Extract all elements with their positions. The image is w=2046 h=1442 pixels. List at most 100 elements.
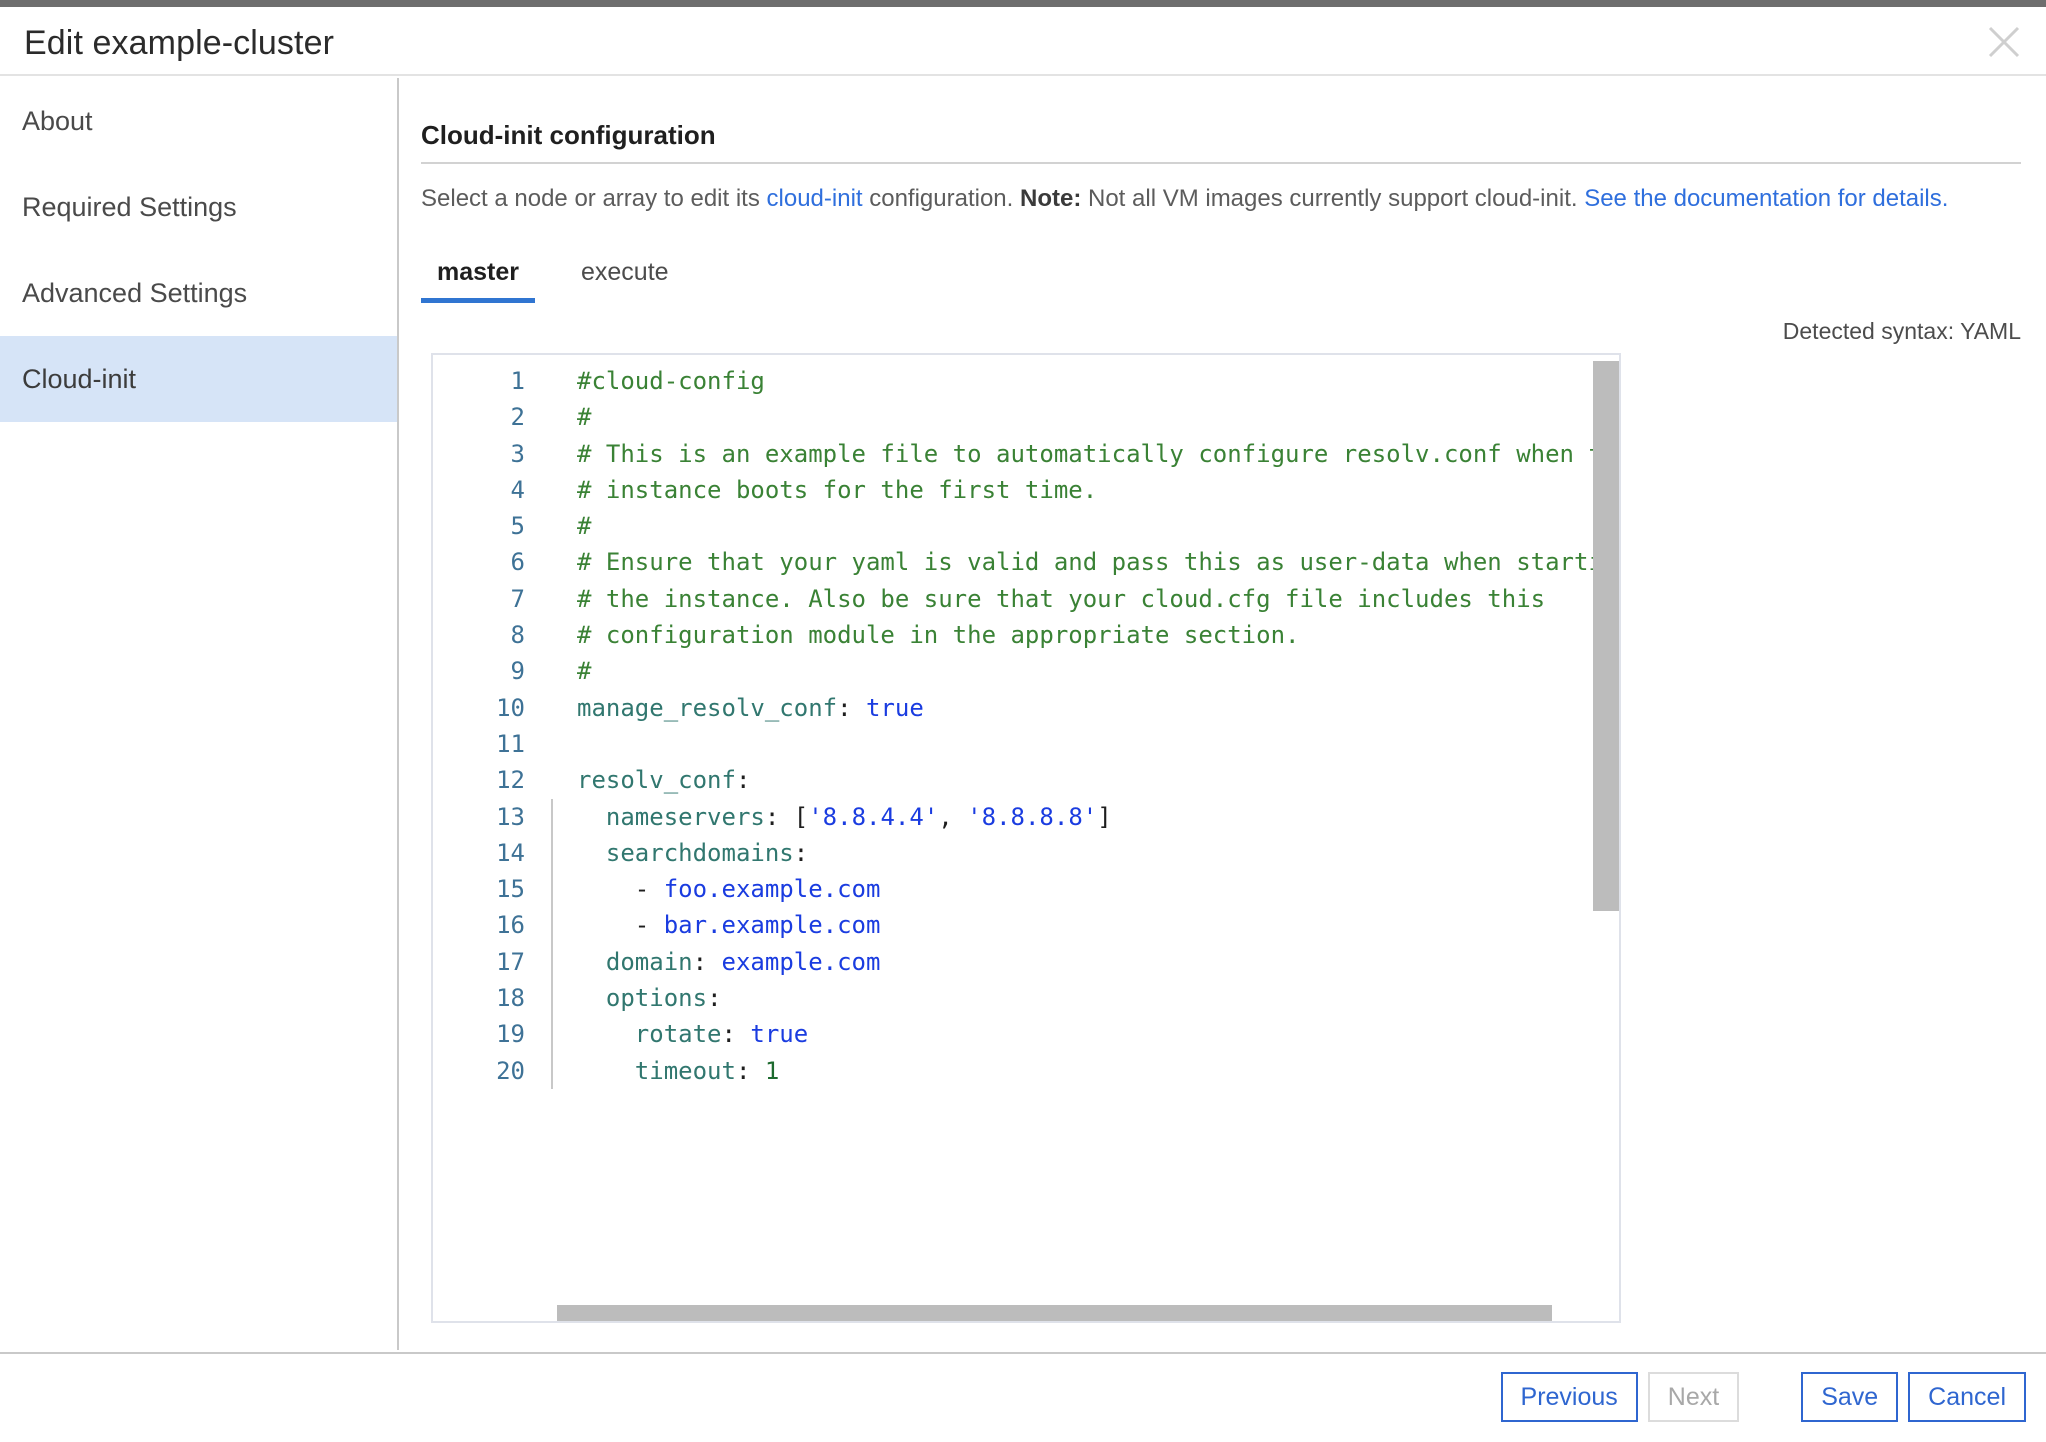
code-token-plainspace xyxy=(577,803,606,831)
main-content: Cloud-init configuration Select a node o… xyxy=(401,78,2046,1350)
code-line[interactable]: 2 # xyxy=(433,399,1619,435)
code-line[interactable]: 9 # xyxy=(433,653,1619,689)
save-button[interactable]: Save xyxy=(1801,1372,1899,1422)
code-line-text[interactable]: options: xyxy=(525,980,1619,1016)
code-line[interactable]: 4 # instance boots for the first time. xyxy=(433,472,1619,508)
previous-button[interactable]: Previous xyxy=(1500,1372,1638,1422)
code-line[interactable]: 1 #cloud-config xyxy=(433,363,1619,399)
code-line[interactable]: 13 nameservers: ['8.8.4.4', '8.8.8.8'] xyxy=(433,799,1619,835)
code-line[interactable]: 16 - bar.example.com xyxy=(433,907,1619,943)
code-line[interactable]: 3 # This is an example file to automatica… xyxy=(433,436,1621,472)
code-line-text[interactable]: resolv_conf: xyxy=(525,762,1619,798)
sidebar-item-required-settings[interactable]: Required Settings xyxy=(0,164,397,250)
line-number: 5 xyxy=(510,512,525,541)
code-line[interactable]: 11 xyxy=(433,726,1619,762)
section-title: Cloud-init configuration xyxy=(421,120,716,150)
code-token-dash: - xyxy=(634,911,664,940)
editor-vertical-scrollbar-thumb[interactable] xyxy=(1593,361,1619,911)
line-number: 16 xyxy=(496,911,525,940)
code-line[interactable]: 18 options: xyxy=(433,980,1619,1016)
editor-horizontal-scrollbar[interactable] xyxy=(433,1299,1619,1321)
code-line-text[interactable]: # xyxy=(525,508,1619,544)
code-token-comment: # Ensure that your yaml is valid and pas… xyxy=(577,548,1621,577)
code-token-punc: [ xyxy=(793,802,809,831)
code-line[interactable]: 20 timeout: 1 xyxy=(433,1053,1619,1089)
code-line-text[interactable]: # xyxy=(525,399,1619,435)
code-line-text[interactable]: nameservers: ['8.8.4.4', '8.8.8.8'] xyxy=(525,799,1619,835)
sidebar-item-label: About xyxy=(22,105,93,136)
code-token-key: resolv_conf xyxy=(577,766,736,795)
code-token-punc: : xyxy=(837,693,852,722)
code-line[interactable]: 15 - foo.example.com xyxy=(433,871,1619,907)
button-label: Previous xyxy=(1520,1382,1618,1411)
close-button[interactable] xyxy=(1974,15,2034,69)
line-number: 4 xyxy=(510,475,525,504)
line-number: 8 xyxy=(510,621,525,650)
code-line-text[interactable]: - bar.example.com xyxy=(525,907,1619,943)
code-token-comment: # configuration module in the appropriat… xyxy=(577,621,1300,650)
code-line-text[interactable]: - foo.example.com xyxy=(525,871,1619,907)
code-token-comment: # This is an example file to automatical… xyxy=(577,439,1621,468)
next-button: Next xyxy=(1647,1372,1740,1422)
code-line[interactable]: 7 # the instance. Also be sure that your … xyxy=(433,581,1619,617)
code-token-comment: # xyxy=(577,657,592,686)
top-accent-strip xyxy=(0,0,2046,7)
code-line-text[interactable]: searchdomains: xyxy=(525,835,1619,871)
sidebar-item-label: Advanced Settings xyxy=(22,277,248,308)
cloud-init-link[interactable]: cloud-init xyxy=(767,185,863,212)
code-token-punc: ] xyxy=(1097,802,1112,831)
code-token-key: timeout xyxy=(634,1056,736,1085)
dialog-footer: Previous Next Save Cancel xyxy=(0,1352,2046,1442)
code-line[interactable]: 10 manage_resolv_conf: true xyxy=(433,690,1619,726)
documentation-link[interactable]: See the documentation for details. xyxy=(1584,185,1948,212)
code-line[interactable]: 19 rotate: true xyxy=(433,1016,1619,1052)
code-token-punc: , xyxy=(938,802,968,831)
sidebar-item-advanced-settings[interactable]: Advanced Settings xyxy=(0,250,397,336)
code-line-text[interactable]: # instance boots for the first time. xyxy=(525,472,1619,508)
editor-vertical-scrollbar[interactable] xyxy=(1593,355,1619,1321)
footer-button-row: Previous Next Save Cancel xyxy=(1500,1372,2026,1422)
cloud-init-code-editor[interactable]: 1 #cloud-config 2 # 3 # This is an example fi… xyxy=(431,353,1621,1323)
code-token-key: manage_resolv_conf xyxy=(577,693,838,722)
code-line-text[interactable]: rotate: true xyxy=(525,1016,1619,1052)
code-line[interactable]: 14 searchdomains: xyxy=(433,835,1619,871)
code-line-text[interactable]: # xyxy=(525,653,1619,689)
code-line-text[interactable]: # configuration module in the appropriat… xyxy=(525,617,1619,653)
tab-label: master xyxy=(437,258,519,286)
detected-syntax-label: Detected syntax: YAML xyxy=(1782,318,2021,344)
code-line[interactable]: 17 domain: example.com xyxy=(433,944,1619,980)
code-line-text[interactable]: # Ensure that your yaml is valid and pas… xyxy=(525,544,1621,580)
code-line[interactable]: 8 # configuration module in the appropria… xyxy=(433,617,1619,653)
tab-master[interactable]: master xyxy=(421,258,535,303)
code-token-punc: : xyxy=(721,1020,751,1049)
edit-cluster-dialog: Edit example-cluster About Required Setti… xyxy=(0,0,2046,1442)
code-line[interactable]: 6 # Ensure that your yaml is valid and pa… xyxy=(433,544,1621,580)
code-token-comment: # instance boots for the first time. xyxy=(577,475,1098,504)
page-title: Edit example-cluster xyxy=(24,24,335,62)
editor-horizontal-scrollbar-thumb[interactable] xyxy=(557,1305,1552,1321)
line-number: 15 xyxy=(496,875,525,904)
line-number: 9 xyxy=(510,657,525,686)
code-line-text[interactable]: timeout: 1 xyxy=(525,1053,1619,1089)
code-line-text[interactable]: manage_resolv_conf: true xyxy=(525,690,1619,726)
code-line[interactable]: 5 # xyxy=(433,508,1619,544)
line-number: 3 xyxy=(510,439,525,468)
code-lines[interactable]: 1 #cloud-config 2 # 3 # This is an example fi… xyxy=(433,363,1621,1089)
cancel-button[interactable]: Cancel xyxy=(1908,1372,2026,1422)
code-line-text[interactable]: domain: example.com xyxy=(525,944,1619,980)
code-token-val: foo.example.com xyxy=(663,875,881,904)
tab-execute[interactable]: execute xyxy=(565,258,685,303)
code-token-plainspace xyxy=(577,1057,635,1085)
indent-guide xyxy=(551,798,553,1089)
code-line-text[interactable]: #cloud-config xyxy=(525,363,1619,399)
code-line-text[interactable]: # the instance. Also be sure that your c… xyxy=(525,581,1619,617)
close-icon xyxy=(1987,25,2021,59)
code-token-punc: : xyxy=(692,947,722,976)
sidebar-item-cloud-init[interactable]: Cloud-init xyxy=(0,336,397,422)
sidebar-item-about[interactable]: About xyxy=(0,78,397,164)
line-number: 12 xyxy=(496,766,525,795)
code-line-text[interactable]: # This is an example file to automatical… xyxy=(525,436,1621,472)
code-token-val: bar.example.com xyxy=(663,911,881,940)
code-line[interactable]: 12 resolv_conf: xyxy=(433,762,1619,798)
line-number: 11 xyxy=(496,729,525,758)
